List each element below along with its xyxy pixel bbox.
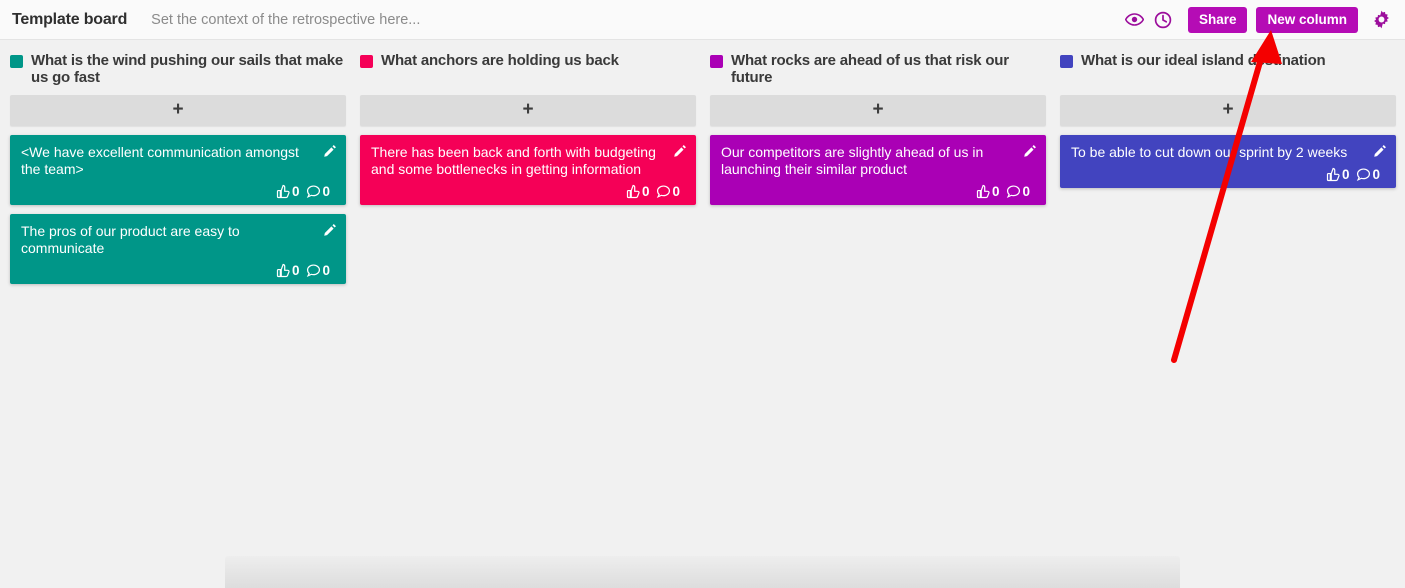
edit-pencil-icon[interactable]	[1373, 144, 1387, 158]
board-column: What is our ideal island destination + T…	[1060, 52, 1396, 197]
comment-count: 0	[322, 262, 330, 278]
vote-count: 0	[291, 262, 300, 278]
card-text: To be able to cut down our sprint by 2 w…	[1071, 144, 1348, 160]
add-card-button[interactable]: +	[710, 95, 1046, 126]
vote-count: 0	[1341, 166, 1350, 182]
edit-pencil-icon[interactable]	[323, 223, 337, 237]
column-color-swatch	[710, 55, 723, 68]
add-card-label: +	[172, 99, 184, 120]
column-title: What is the wind pushing our sails that …	[31, 52, 344, 86]
top-bar: Template board Share New column	[0, 0, 1405, 40]
vote-button[interactable]: 0	[976, 184, 1005, 199]
card-text: <We have excellent communication amongst…	[21, 144, 299, 177]
retrospective-context-input[interactable]	[149, 3, 1121, 36]
comment-button[interactable]: 0	[306, 184, 335, 199]
card-footer: 0 0	[21, 182, 335, 200]
card-text: Our competitors are slightly ahead of us…	[721, 144, 984, 177]
column-header[interactable]: What rocks are ahead of us that risk our…	[710, 52, 1046, 86]
column-color-swatch	[1060, 55, 1073, 68]
add-card-label: +	[522, 99, 534, 120]
comment-button[interactable]: 0	[656, 184, 685, 199]
comment-button[interactable]: 0	[1356, 167, 1385, 182]
vote-count: 0	[641, 183, 650, 199]
comment-button[interactable]: 0	[306, 263, 335, 278]
vote-count: 0	[291, 183, 300, 199]
column-color-swatch	[10, 55, 23, 68]
comment-button[interactable]: 0	[1006, 184, 1035, 199]
edit-pencil-icon[interactable]	[323, 144, 337, 158]
retro-card[interactable]: There has been back and forth with budge…	[360, 135, 696, 205]
eye-icon[interactable]	[1121, 6, 1149, 34]
page-title: Template board	[12, 10, 128, 28]
vote-count: 0	[991, 183, 1000, 199]
add-card-button[interactable]: +	[360, 95, 696, 126]
add-card-button[interactable]: +	[10, 95, 346, 126]
column-header[interactable]: What is the wind pushing our sails that …	[10, 52, 346, 86]
vote-button[interactable]: 0	[626, 184, 655, 199]
board-column: What rocks are ahead of us that risk our…	[710, 52, 1046, 214]
edit-pencil-icon[interactable]	[673, 144, 687, 158]
comment-count: 0	[1022, 183, 1030, 199]
add-card-button[interactable]: +	[1060, 95, 1396, 126]
card-footer: 0 0	[21, 261, 335, 279]
vote-button[interactable]: 0	[1326, 167, 1355, 182]
retro-card[interactable]: To be able to cut down our sprint by 2 w…	[1060, 135, 1396, 188]
share-button[interactable]: Share	[1187, 6, 1248, 33]
column-color-swatch	[360, 55, 373, 68]
column-header[interactable]: What anchors are holding us back	[360, 52, 696, 86]
add-card-label: +	[1222, 99, 1234, 120]
board-column: What is the wind pushing our sails that …	[10, 52, 346, 293]
card-footer: 0 0	[721, 182, 1035, 200]
new-column-button[interactable]: New column	[1256, 6, 1358, 33]
column-title: What is our ideal island destination	[1081, 52, 1326, 69]
gear-icon[interactable]	[1367, 6, 1395, 34]
top-bar-actions: Share New column	[1121, 6, 1395, 34]
retro-card[interactable]: <We have excellent communication amongst…	[10, 135, 346, 205]
comment-count: 0	[672, 183, 680, 199]
card-footer: 0 0	[1071, 165, 1385, 183]
retro-card[interactable]: The pros of our product are easy to comm…	[10, 214, 346, 284]
card-text: The pros of our product are easy to comm…	[21, 223, 240, 256]
add-card-label: +	[872, 99, 884, 120]
retro-card[interactable]: Our competitors are slightly ahead of us…	[710, 135, 1046, 205]
column-title: What anchors are holding us back	[381, 52, 619, 69]
vote-button[interactable]: 0	[276, 184, 305, 199]
comment-count: 0	[322, 183, 330, 199]
column-header[interactable]: What is our ideal island destination	[1060, 52, 1396, 86]
column-title: What rocks are ahead of us that risk our…	[731, 52, 1009, 86]
comment-count: 0	[1372, 166, 1380, 182]
board-column: What anchors are holding us back + There…	[360, 52, 696, 214]
card-text: There has been back and forth with budge…	[371, 144, 656, 177]
clock-timer-icon[interactable]	[1149, 6, 1177, 34]
bottom-panel	[225, 556, 1180, 588]
board-columns: What is the wind pushing our sails that …	[0, 40, 1405, 293]
edit-pencil-icon[interactable]	[1023, 144, 1037, 158]
vote-button[interactable]: 0	[276, 263, 305, 278]
card-footer: 0 0	[371, 182, 685, 200]
